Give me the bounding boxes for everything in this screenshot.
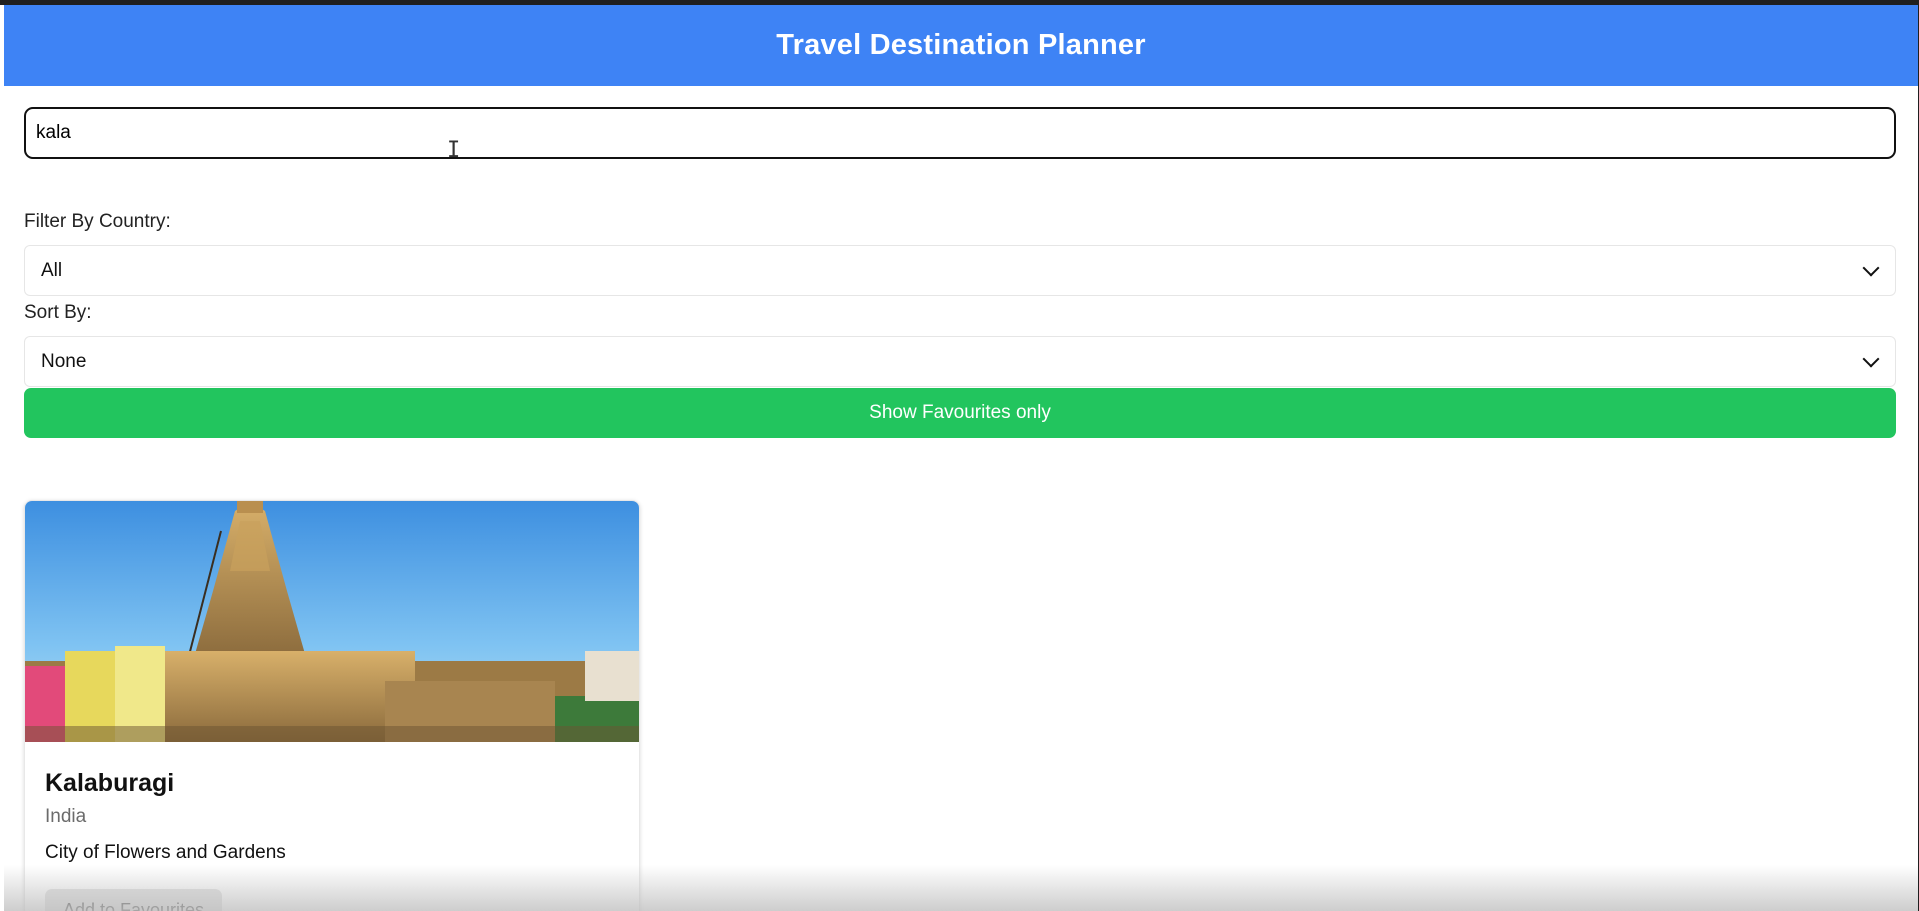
text-cursor-icon: I	[447, 138, 461, 163]
country-filter-label: Filter By Country:	[24, 211, 171, 232]
sort-value: None	[41, 350, 87, 372]
destination-description: City of Flowers and Gardens	[45, 842, 286, 863]
add-to-favourites-button[interactable]: Add to Favourites	[45, 889, 222, 911]
search-input[interactable]	[26, 109, 1894, 157]
show-favourites-button[interactable]: Show Favourites only	[24, 388, 1896, 438]
sort-select[interactable]: None	[24, 336, 1896, 387]
country-filter-value: All	[41, 259, 63, 281]
country-filter-select[interactable]: All	[24, 245, 1896, 296]
sort-label: Sort By:	[24, 302, 92, 323]
destination-country: India	[45, 806, 87, 827]
destination-image	[25, 501, 639, 742]
chevron-down-icon	[1862, 350, 1880, 367]
destination-name: Kalaburagi	[45, 769, 175, 797]
app-header: Travel Destination Planner	[4, 5, 1918, 86]
chevron-down-icon	[1862, 259, 1880, 276]
app-title: Travel Destination Planner	[776, 29, 1146, 61]
search-box[interactable]	[24, 107, 1896, 159]
app-page: Travel Destination Planner I Filter By C…	[4, 5, 1918, 911]
destination-card: Kalaburagi India City of Flowers and Gar…	[24, 500, 640, 911]
